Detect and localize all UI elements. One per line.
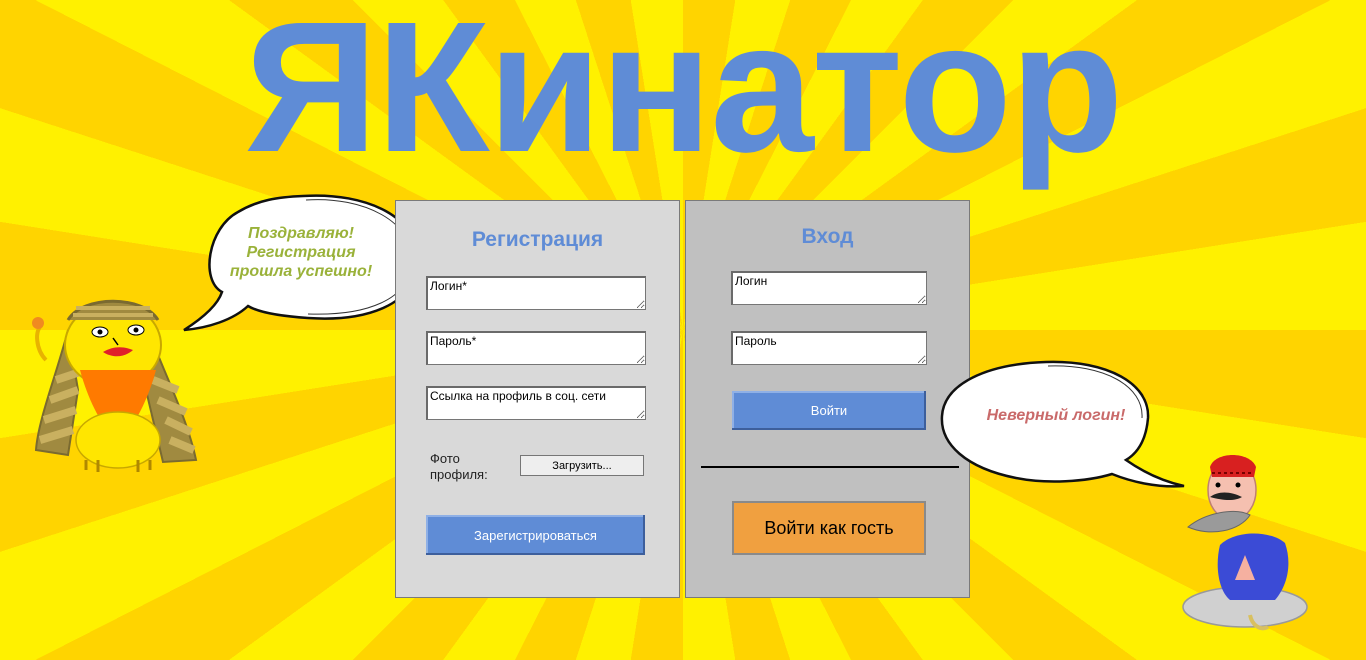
guest-login-button[interactable]: Войти как гость	[732, 501, 926, 555]
social-profile-link-field[interactable]	[426, 386, 646, 420]
registration-login-field[interactable]	[426, 276, 646, 310]
login-divider	[701, 466, 959, 468]
registration-panel: Регистрация Фото профиля: Загрузить... З…	[395, 200, 680, 598]
login-button[interactable]: Войти	[732, 391, 926, 430]
login-field[interactable]	[731, 271, 927, 305]
registration-title: Регистрация	[471, 228, 604, 251]
sphinx-character-icon	[28, 290, 200, 475]
upload-photo-button[interactable]: Загрузить...	[520, 455, 644, 476]
error-message: Неверный логин!	[986, 407, 1126, 424]
profile-photo-label: Фото профиля:	[430, 451, 488, 482]
success-message: Поздравляю! Регистрация прошла успешно!	[229, 225, 373, 280]
app-title: ЯКинатор	[244, 0, 1123, 191]
error-speech-bubble: Неверный логин!	[936, 356, 1188, 492]
register-button[interactable]: Зарегистрироваться	[426, 515, 645, 555]
login-panel: Вход Войти Войти как гость	[685, 200, 970, 598]
genie-character-icon	[1180, 445, 1320, 633]
registration-password-field[interactable]	[426, 331, 646, 365]
password-field[interactable]	[731, 331, 927, 365]
success-speech-bubble: Поздравляю! Регистрация прошла успешно!	[178, 188, 428, 336]
login-title: Вход	[801, 225, 854, 248]
